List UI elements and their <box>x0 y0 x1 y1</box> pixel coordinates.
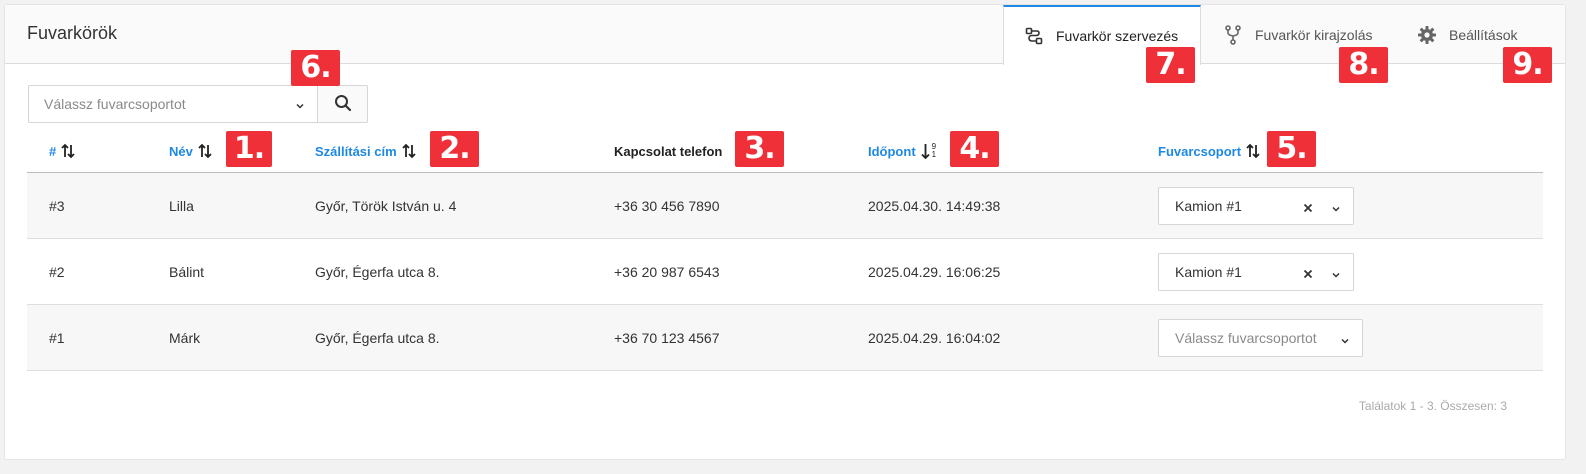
annotation-badge-3: 3. <box>735 131 784 167</box>
route-icon <box>1024 26 1044 46</box>
page-title: Fuvarkörök <box>27 23 118 43</box>
column-header-label: Szállítási cím <box>315 143 397 159</box>
search-icon <box>334 94 352 115</box>
main-card: Fuvarkörök Fuvarkör szervezés Fuvarkör k… <box>4 4 1566 460</box>
sort-icon <box>402 143 416 159</box>
row-group-select[interactable]: Kamion #1 <box>1158 187 1354 225</box>
tab-label: Beállítások <box>1449 26 1518 43</box>
group-filter-select[interactable]: Válassz fuvarcsoportot <box>28 85 318 123</box>
row-group-value: Kamion #1 <box>1175 264 1242 280</box>
tab-label: Fuvarkör kirajzolás <box>1255 26 1373 43</box>
cell-time: 2025.04.29. 16:04:02 <box>868 330 1001 346</box>
sort-icon <box>61 143 75 159</box>
column-header-label: Fuvarcsoport <box>1158 143 1242 159</box>
chevron-down-icon <box>295 98 305 114</box>
column-header-phone: Kapcsolat telefon <box>614 129 722 173</box>
cell-address: Győr, Török István u. 4 <box>315 198 457 214</box>
sort-digit-bottom: 1 <box>931 150 937 159</box>
gear-icon <box>1417 25 1437 45</box>
column-header-label: # <box>49 143 57 159</box>
column-header-label: Név <box>169 143 193 159</box>
annotation-badge-8: 8. <box>1339 47 1388 83</box>
cell-name: Márk <box>169 330 201 346</box>
column-header-address[interactable]: Szállítási cím <box>315 129 416 173</box>
table-row: #3 Lilla Győr, Török István u. 4 +36 30 … <box>27 173 1543 239</box>
chevron-down-icon <box>1331 201 1341 217</box>
annotation-badge-4: 4. <box>950 131 999 167</box>
clear-icon[interactable] <box>1303 200 1313 216</box>
cell-id: #1 <box>49 330 65 346</box>
table-row: #1 Márk Győr, Égerfa utca 8. +36 70 123 … <box>27 305 1543 371</box>
fork-icon <box>1223 24 1243 45</box>
column-header-group[interactable]: Fuvarcsoport <box>1158 129 1260 173</box>
sort-desc-numeric-icon: 9 1 <box>921 142 936 160</box>
row-group-select[interactable]: Kamion #1 <box>1158 253 1354 291</box>
cell-phone: +36 70 123 4567 <box>614 330 720 346</box>
search-button[interactable] <box>317 85 368 123</box>
tab-label: Fuvarkör szervezés <box>1056 28 1179 44</box>
cell-phone: +36 20 987 6543 <box>614 264 720 280</box>
cell-time: 2025.04.29. 16:06:25 <box>868 264 1001 280</box>
cell-name: Bálint <box>169 264 205 280</box>
cell-name: Lilla <box>169 198 194 214</box>
annotation-badge-7: 7. <box>1146 47 1195 83</box>
cell-phone: +36 30 456 7890 <box>614 198 720 214</box>
annotation-badge-9: 9. <box>1503 47 1552 83</box>
column-header-label: Időpont <box>868 143 916 159</box>
sort-icon <box>198 143 212 159</box>
table-row: #2 Bálint Győr, Égerfa utca 8. +36 20 98… <box>27 239 1543 305</box>
sort-icon <box>1246 143 1260 159</box>
chevron-down-icon <box>1331 267 1341 283</box>
group-filter-placeholder: Válassz fuvarcsoportot <box>44 96 186 112</box>
annotation-badge-1: 1. <box>226 131 272 167</box>
cell-time: 2025.04.30. 14:49:38 <box>868 198 1001 214</box>
cell-address: Győr, Égerfa utca 8. <box>315 330 440 346</box>
row-group-select[interactable]: Válassz fuvarcsoportot <box>1158 319 1363 357</box>
cell-id: #2 <box>49 264 65 280</box>
cell-address: Győr, Égerfa utca 8. <box>315 264 440 280</box>
cell-id: #3 <box>49 198 65 214</box>
chevron-down-icon <box>1340 333 1350 349</box>
column-header-name[interactable]: Név <box>169 129 212 173</box>
page-header: Fuvarkörök Fuvarkör szervezés Fuvarkör k… <box>5 5 1565 65</box>
column-header-label: Kapcsolat telefon <box>614 143 723 159</box>
annotation-badge-6: 6. <box>291 50 340 86</box>
annotation-badge-5: 5. <box>1267 131 1316 167</box>
row-group-value: Kamion #1 <box>1175 198 1242 214</box>
row-group-placeholder: Válassz fuvarcsoportot <box>1175 330 1317 346</box>
column-header-time[interactable]: Időpont 9 1 <box>868 129 936 173</box>
column-header-id[interactable]: # <box>49 129 75 173</box>
pagination-summary: Találatok 1 - 3. Összesen: 3 <box>1358 399 1507 413</box>
clear-icon[interactable] <box>1303 266 1313 282</box>
annotation-badge-2: 2. <box>430 131 479 167</box>
